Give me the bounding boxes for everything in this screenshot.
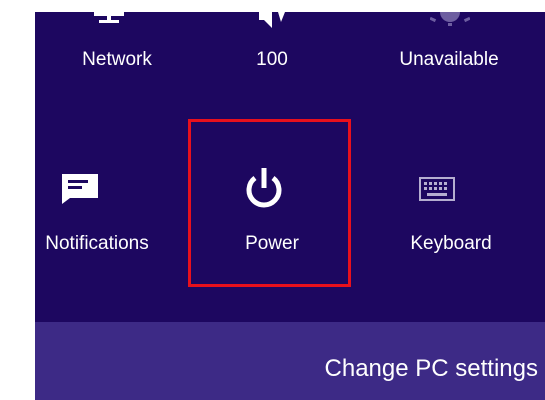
settings-panel: Network 100 Unavailable Notifications Po… xyxy=(35,12,545,400)
change-pc-settings-link[interactable]: Change PC settings xyxy=(325,355,538,383)
volume-tile[interactable]: 100 xyxy=(187,12,357,80)
power-icon xyxy=(246,168,282,208)
notifications-tile[interactable]: Notifications xyxy=(35,122,182,290)
keyboard-icon xyxy=(419,177,455,201)
keyboard-label: Keyboard xyxy=(410,233,492,254)
brightness-tile: Unavailable xyxy=(364,12,534,80)
notifications-icon xyxy=(62,174,98,204)
network-icon xyxy=(94,12,124,23)
volume-icon xyxy=(259,12,285,28)
brightness-icon xyxy=(430,12,470,26)
keyboard-tile[interactable]: Keyboard xyxy=(366,122,536,290)
network-tile[interactable]: Network xyxy=(35,12,202,80)
power-tile[interactable]: Power xyxy=(187,122,357,290)
brightness-label: Unavailable xyxy=(399,49,499,70)
network-label: Network xyxy=(82,49,152,70)
notifications-label: Notifications xyxy=(45,233,149,254)
volume-label: 100 xyxy=(256,49,288,70)
power-label: Power xyxy=(245,233,299,254)
footer-bar: Change PC settings xyxy=(35,322,545,400)
